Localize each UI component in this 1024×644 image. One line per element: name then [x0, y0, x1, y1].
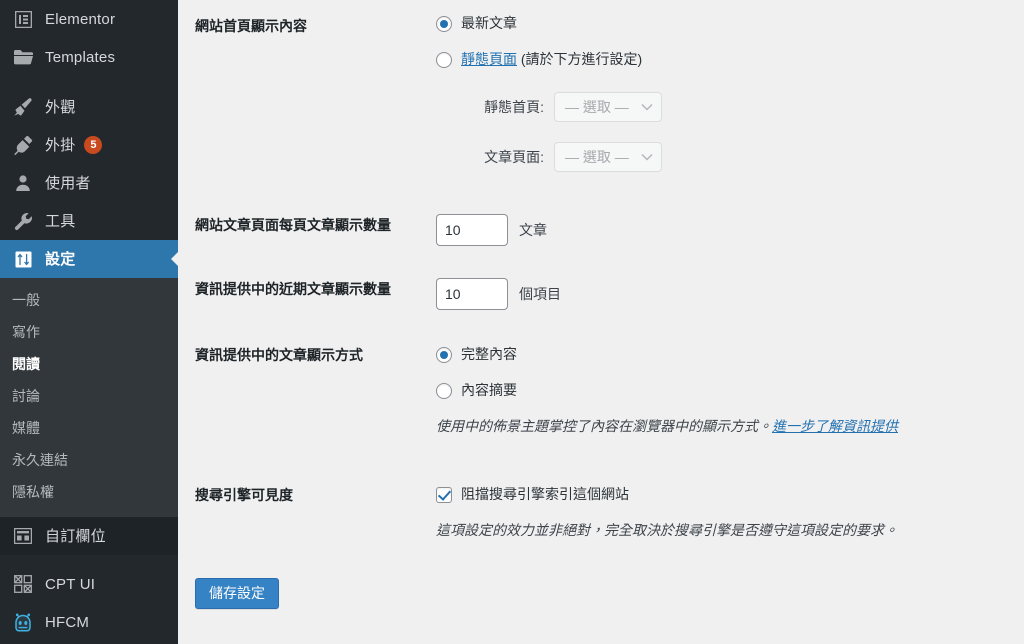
- sidebar-item-tools[interactable]: 工具: [0, 202, 178, 240]
- front-page-posts-option[interactable]: 最新文章: [436, 13, 1014, 34]
- sidebar-item-cpt-ui[interactable]: CPT UI: [0, 565, 178, 603]
- posts-page-select-value: — 選取 —: [565, 148, 629, 165]
- sidebar-item-label: HFCM: [45, 613, 90, 631]
- search-visibility-field: 阻擋搜尋引擎索引這個網站 這項設定的效力並非絕對，完全取決於搜尋引擎是否遵守這項…: [426, 464, 1024, 568]
- elementor-icon: [12, 9, 34, 29]
- rss-description-text: 使用中的佈景主題掌控了內容在瀏覽器中的顯示方式。: [436, 418, 772, 434]
- static-home-row: 靜態首頁: — 選取 —: [436, 92, 1014, 122]
- sidebar-item-plugins[interactable]: 外掛 5: [0, 126, 178, 164]
- plugin-update-badge: 5: [84, 136, 103, 154]
- sidebar-subitem-writing[interactable]: 寫作: [0, 316, 178, 348]
- rss-display-field: 完整內容 內容摘要 使用中的佈景主題掌控了內容在瀏覽器中的顯示方式。進一步了解資…: [426, 323, 1024, 464]
- sidebar-item-label: CPT UI: [45, 575, 96, 593]
- static-home-select-value: — 選取 —: [565, 98, 629, 115]
- posts-per-rss-field: 個項目: [426, 259, 1024, 323]
- search-visibility-label: 搜尋引擎可見度: [195, 487, 293, 503]
- sidebar-subitem-general[interactable]: 一般: [0, 284, 178, 316]
- static-page-link[interactable]: 靜態頁面: [461, 51, 517, 67]
- radio-full-text[interactable]: [436, 346, 452, 363]
- sidebar-item-elementor[interactable]: Elementor: [0, 0, 178, 38]
- chevron-down-icon: [641, 153, 653, 161]
- save-settings-button[interactable]: 儲存設定: [195, 578, 279, 609]
- sidebar-item-appearance[interactable]: 外觀: [0, 88, 178, 126]
- settings-submenu: 一般 寫作 閱讀 討論 媒體 永久連結 隱私權: [0, 278, 178, 517]
- rss-display-label: 資訊提供中的文章顯示方式: [195, 347, 363, 363]
- sidebar-item-label: 工具: [45, 212, 76, 230]
- sidebar-item-label: 使用者: [45, 174, 91, 192]
- sidebar-item-label: 自訂欄位: [45, 527, 106, 545]
- sidebar-item-templates[interactable]: Templates: [0, 38, 178, 76]
- posts-per-rss-label: 資訊提供中的近期文章顯示數量: [195, 281, 391, 297]
- row-rss-display: 資訊提供中的文章顯示方式 完整內容 內容摘要 使用中的佈景主題掌控了內容在瀏覽器…: [178, 323, 1024, 464]
- search-visibility-description: 這項設定的效力並非絕對，完全取決於搜尋引擎是否遵守這項設定的要求。: [436, 522, 898, 538]
- posts-page-row: 文章頁面: — 選取 —: [436, 142, 1014, 172]
- learn-more-feeds-link[interactable]: 進一步了解資訊提供: [772, 418, 898, 434]
- reading-settings-form: 網站首頁顯示內容 最新文章 靜態頁面 (請於下方進行設定) 靜態首頁: — 選取…: [178, 0, 1024, 644]
- sidebar-subitem-discussion[interactable]: 討論: [0, 380, 178, 412]
- custom-fields-icon: [12, 526, 34, 546]
- front-page-static-option[interactable]: 靜態頁面 (請於下方進行設定): [436, 49, 1014, 70]
- sidebar-subitem-privacy[interactable]: 隱私權: [0, 476, 178, 508]
- hfcm-robot-icon: [12, 612, 34, 632]
- users-icon: [12, 173, 34, 193]
- row-front-page-displays: 網站首頁顯示內容 最新文章 靜態頁面 (請於下方進行設定) 靜態首頁: — 選取…: [178, 0, 1024, 185]
- posts-page-label: 文章頁面:: [484, 148, 544, 165]
- plugins-plug-icon: [12, 135, 34, 155]
- sidebar-item-hfcm[interactable]: HFCM: [0, 603, 178, 641]
- wp-admin-screen: Elementor Templates 外觀 外掛 5 使用者 工具 設定 一般…: [0, 0, 1024, 644]
- folder-icon: [12, 47, 34, 67]
- appearance-brush-icon: [12, 97, 34, 117]
- checkbox-label: 阻擋搜尋引擎索引這個網站: [461, 486, 629, 502]
- sidebar-subitem-media[interactable]: 媒體: [0, 412, 178, 444]
- static-home-select[interactable]: — 選取 —: [554, 92, 662, 122]
- posts-per-rss-unit: 個項目: [519, 285, 561, 302]
- rss-full-option[interactable]: 完整內容: [436, 344, 1014, 365]
- row-search-visibility: 搜尋引擎可見度 阻擋搜尋引擎索引這個網站 這項設定的效力並非絕對，完全取決於搜尋…: [178, 464, 1024, 568]
- sidebar-item-label: Elementor: [45, 10, 116, 28]
- sidebar-item-label: 外掛: [45, 136, 76, 154]
- search-visibility-option[interactable]: 阻擋搜尋引擎索引這個網站: [436, 484, 1014, 505]
- row-posts-per-rss: 資訊提供中的近期文章顯示數量 個項目: [178, 259, 1024, 323]
- radio-static-page[interactable]: [436, 51, 452, 68]
- posts-per-page-unit: 文章: [519, 221, 547, 238]
- front-page-label: 網站首頁顯示內容: [195, 18, 307, 34]
- sidebar-item-users[interactable]: 使用者: [0, 164, 178, 202]
- row-posts-per-page: 網站文章頁面每頁文章顯示數量 文章: [178, 185, 1024, 259]
- checkbox-discourage-search-engines[interactable]: [436, 486, 452, 503]
- settings-sliders-icon: [12, 249, 34, 269]
- sidebar-item-custom-fields[interactable]: 自訂欄位: [0, 517, 178, 555]
- radio-latest-posts[interactable]: [436, 15, 452, 32]
- posts-page-select[interactable]: — 選取 —: [554, 142, 662, 172]
- tools-wrench-icon: [12, 211, 34, 231]
- rss-display-description: 使用中的佈景主題掌控了內容在瀏覽器中的顯示方式。進一步了解資訊提供: [436, 416, 1014, 437]
- sidebar-item-settings[interactable]: 設定: [0, 240, 178, 278]
- radio-full-text-label: 完整內容: [461, 346, 517, 362]
- posts-per-page-field: 文章: [426, 185, 1024, 259]
- sidebar-item-label: Templates: [45, 48, 116, 66]
- cpt-ui-blocks-icon: [12, 574, 34, 594]
- posts-per-page-input[interactable]: [436, 214, 508, 246]
- submit-area: 儲存設定: [178, 568, 1024, 609]
- sidebar-item-label: 外觀: [45, 98, 76, 116]
- sidebar-item-label: 設定: [45, 250, 76, 268]
- posts-per-rss-input[interactable]: [436, 278, 508, 310]
- rss-excerpt-option[interactable]: 內容摘要: [436, 380, 1014, 401]
- admin-sidebar: Elementor Templates 外觀 外掛 5 使用者 工具 設定 一般…: [0, 0, 178, 644]
- sidebar-subitem-permalinks[interactable]: 永久連結: [0, 444, 178, 476]
- front-page-field: 最新文章 靜態頁面 (請於下方進行設定) 靜態首頁: — 選取 — 文章頁面: …: [426, 0, 1024, 185]
- chevron-down-icon: [641, 103, 653, 111]
- settings-table: 網站首頁顯示內容 最新文章 靜態頁面 (請於下方進行設定) 靜態首頁: — 選取…: [178, 0, 1024, 568]
- posts-per-page-label: 網站文章頁面每頁文章顯示數量: [195, 217, 391, 233]
- static-home-label: 靜態首頁:: [484, 98, 544, 115]
- sidebar-subitem-reading[interactable]: 閱讀: [0, 348, 178, 380]
- radio-excerpt-label: 內容摘要: [461, 382, 517, 398]
- static-page-suffix: (請於下方進行設定): [520, 51, 643, 67]
- radio-excerpt[interactable]: [436, 382, 452, 399]
- radio-latest-posts-label: 最新文章: [461, 15, 517, 31]
- sidebar-separator: [0, 555, 178, 565]
